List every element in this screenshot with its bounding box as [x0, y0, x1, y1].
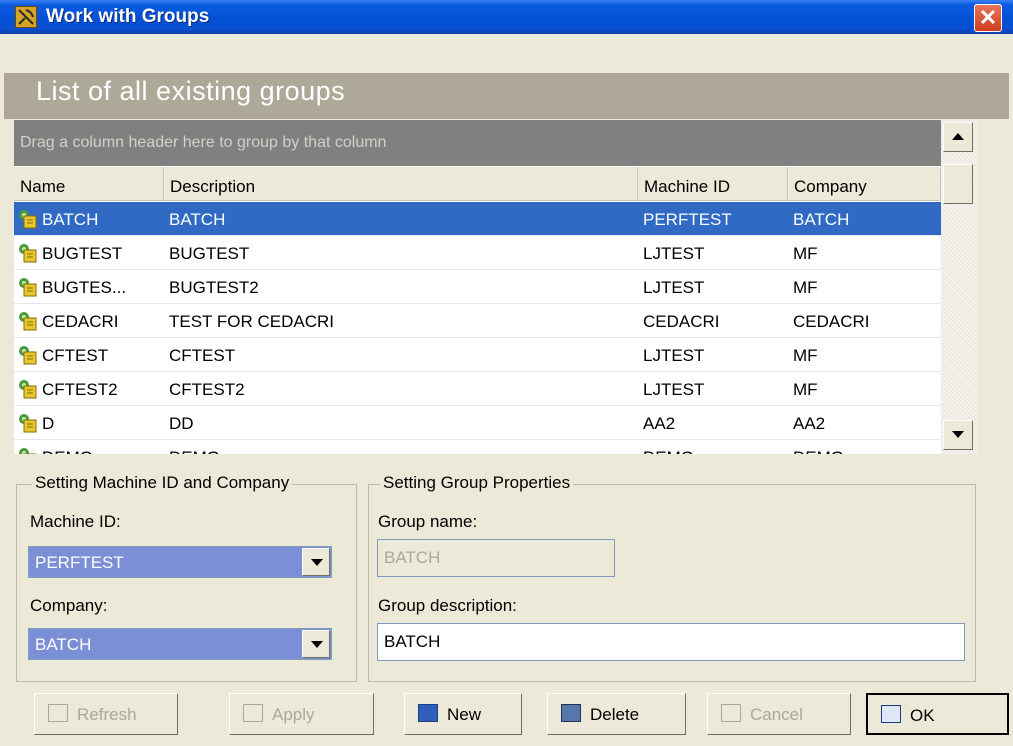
group-name-field: BATCH: [377, 539, 615, 577]
cell-name: BATCH: [42, 210, 99, 229]
machine-id-combo[interactable]: PERFTEST: [28, 546, 332, 578]
column-header-machine-id[interactable]: Machine ID: [638, 167, 788, 201]
cell-description: BUGTEST2: [169, 278, 259, 297]
group-icon: [16, 209, 38, 229]
cell-machine-id: LJTEST: [643, 380, 705, 399]
app-icon: [15, 6, 37, 28]
group-by-hint: Drag a column header here to group by th…: [20, 134, 387, 151]
group-by-panel[interactable]: Drag a column header here to group by th…: [14, 120, 941, 166]
cell-company: MF: [793, 346, 818, 365]
cell-name: BUGTEST: [42, 244, 123, 263]
apply-icon: [243, 704, 263, 722]
cell-machine-id: CEDACRI: [643, 312, 720, 331]
window-title: Work with Groups: [46, 6, 210, 27]
table-row[interactable]: CEDACRI TEST FOR CEDACRI CEDACRI CEDACRI: [14, 304, 941, 338]
cancel-icon: [721, 704, 741, 722]
group-icon: [16, 243, 38, 263]
grid-scrollbar[interactable]: [941, 120, 977, 454]
arrow-up-icon: [952, 133, 964, 140]
cell-description: DD: [169, 414, 194, 433]
cell-name: CFTEST: [42, 346, 109, 365]
new-icon: [418, 704, 438, 722]
cell-company: CEDACRI: [793, 312, 870, 331]
cell-company: AA2: [793, 414, 826, 433]
cell-name: D: [42, 414, 55, 433]
cell-machine-id: LJTEST: [643, 244, 705, 263]
cell-description: BUGTEST: [169, 244, 250, 263]
cell-company: MF: [793, 244, 818, 263]
cancel-button[interactable]: Cancel: [707, 693, 851, 735]
cell-description: TEST FOR CEDACRI: [169, 312, 334, 331]
cell-machine-id: LJTEST: [643, 346, 705, 365]
refresh-icon: [48, 704, 68, 722]
cell-description: BATCH: [169, 210, 226, 229]
cell-machine-id: LJTEST: [643, 278, 705, 297]
cell-description: CFTEST: [169, 346, 236, 365]
cell-name: BUGTES...: [42, 278, 127, 297]
group-icon: [16, 447, 38, 454]
scroll-up-button[interactable]: [943, 122, 973, 152]
table-row[interactable]: BATCH BATCH PERFTEST BATCH: [14, 202, 941, 236]
group-description-label: Group description:: [378, 596, 517, 615]
close-button[interactable]: ✕: [974, 4, 1002, 32]
table-row[interactable]: D DD AA2 AA2: [14, 406, 941, 440]
check-icon: [881, 705, 901, 723]
company-combo[interactable]: BATCH: [28, 628, 332, 660]
cell-description: CFTEST2: [169, 380, 245, 399]
machine-company-legend: Setting Machine ID and Company: [32, 473, 293, 493]
cell-company: MF: [793, 278, 818, 297]
machine-id-dropdown-button[interactable]: [302, 548, 330, 576]
cell-name: CFTEST2: [42, 380, 118, 399]
machine-id-value: PERFTEST: [35, 553, 124, 572]
arrow-down-icon: [952, 431, 964, 438]
column-header-name[interactable]: Name: [14, 167, 164, 201]
company-dropdown-button[interactable]: [302, 630, 330, 658]
new-button[interactable]: New: [404, 693, 522, 735]
chevron-down-icon: [311, 641, 323, 648]
group-name-label: Group name:: [378, 512, 478, 531]
group-icon: [16, 311, 38, 331]
cell-company: MF: [793, 380, 818, 399]
group-description-field[interactable]: BATCH: [377, 623, 965, 661]
table-row[interactable]: DEMO DEMO DEMO DEMO: [14, 440, 941, 454]
table-row[interactable]: BUGTEST BUGTEST LJTEST MF: [14, 236, 941, 270]
refresh-button[interactable]: Refresh: [34, 693, 178, 735]
groups-grid[interactable]: Drag a column header here to group by th…: [14, 120, 977, 454]
page-title: List of all existing groups: [36, 76, 346, 106]
machine-id-label: Machine ID:: [30, 512, 121, 531]
apply-button[interactable]: Apply: [229, 693, 374, 735]
column-header-description[interactable]: Description: [164, 167, 638, 201]
group-icon: [16, 345, 38, 365]
group-icon: [16, 277, 38, 297]
chevron-down-icon: [311, 559, 323, 566]
cell-name: DEMO: [42, 448, 93, 454]
cell-machine-id: DEMO: [643, 448, 694, 454]
cell-machine-id: AA2: [643, 414, 676, 433]
close-icon: ✕: [978, 5, 998, 30]
table-row[interactable]: CFTEST CFTEST LJTEST MF: [14, 338, 941, 372]
group-icon: [16, 379, 38, 399]
trash-icon: [561, 704, 581, 722]
delete-button[interactable]: Delete: [547, 693, 686, 735]
cell-company: DEMO: [793, 448, 844, 454]
group-icon: [16, 413, 38, 433]
column-header-company[interactable]: Company: [788, 167, 941, 201]
table-row[interactable]: CFTEST2 CFTEST2 LJTEST MF: [14, 372, 941, 406]
table-row[interactable]: BUGTES... BUGTEST2 LJTEST MF: [14, 270, 941, 304]
scroll-thumb[interactable]: [943, 164, 973, 204]
cell-description: DEMO: [169, 448, 220, 454]
title-bar: Work with Groups ✕: [0, 0, 1013, 34]
group-properties-legend: Setting Group Properties: [380, 473, 574, 493]
company-value: BATCH: [35, 635, 92, 654]
ok-button[interactable]: OK: [866, 693, 1009, 735]
cell-company: BATCH: [793, 210, 850, 229]
cell-machine-id: PERFTEST: [643, 210, 732, 229]
scroll-down-button[interactable]: [943, 420, 973, 450]
company-label: Company:: [30, 596, 108, 615]
cell-name: CEDACRI: [42, 312, 119, 331]
